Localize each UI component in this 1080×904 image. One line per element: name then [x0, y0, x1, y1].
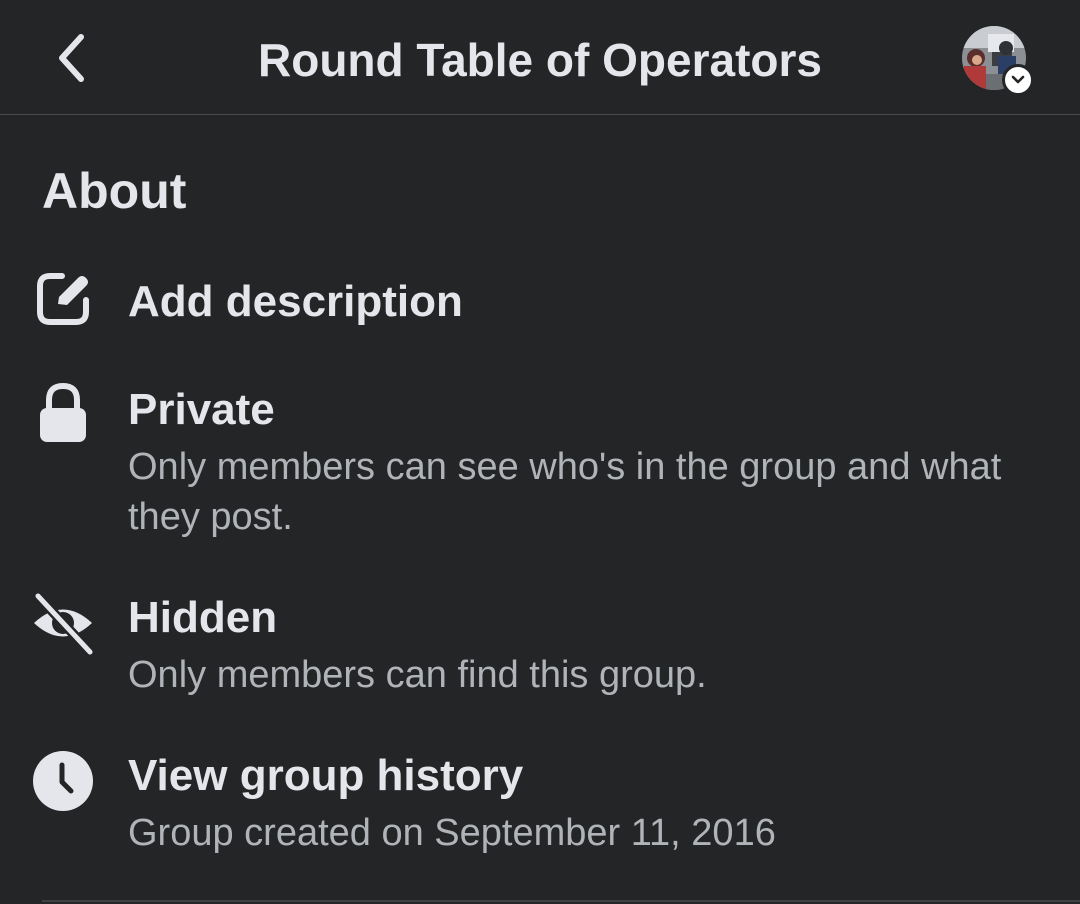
edit-icon	[30, 266, 96, 332]
avatar-dropdown-badge[interactable]	[1002, 64, 1034, 96]
visibility-description: Only members can find this group.	[128, 654, 707, 696]
chevron-down-icon	[1011, 75, 1025, 84]
lock-icon	[30, 380, 96, 446]
group-avatar-button[interactable]	[962, 26, 1036, 96]
privacy-label: Private	[128, 385, 275, 434]
section-divider	[42, 900, 1080, 902]
privacy-description: Only members can see who's in the group …	[128, 446, 1002, 538]
group-history-label: View group history	[128, 751, 524, 800]
add-description-label: Add description	[128, 277, 463, 326]
about-heading: About	[42, 163, 187, 219]
group-created-date: Group created on September 11, 2016	[128, 812, 776, 854]
visibility-label: Hidden	[128, 593, 278, 642]
clock-icon	[30, 748, 96, 814]
page-title: Round Table of Operators	[258, 34, 822, 86]
top-bar: Round Table of Operators	[0, 0, 1080, 115]
eye-slash-icon	[30, 590, 96, 656]
